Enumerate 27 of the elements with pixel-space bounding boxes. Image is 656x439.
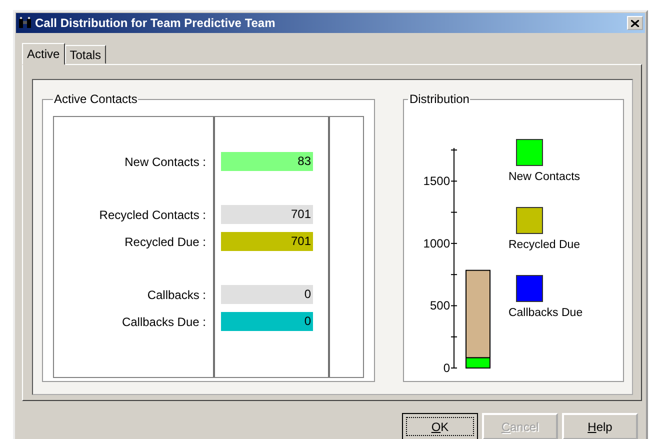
group-title: Distribution: [408, 92, 470, 106]
count-field: 0: [221, 312, 313, 331]
count-field: 0: [221, 285, 313, 304]
legend-label: Callbacks Due: [508, 307, 584, 321]
tick-label: 1500: [424, 174, 450, 188]
count-field: 83: [221, 152, 313, 171]
tick-label: 1000: [424, 236, 450, 250]
tick-label: 0: [444, 361, 450, 375]
count-field: 701: [221, 232, 313, 251]
tick-label: 500: [430, 298, 450, 313]
field-label: Recycled Due :: [124, 234, 206, 248]
dialog-button[interactable]: Help: [562, 413, 638, 439]
tab[interactable]: Active: [22, 43, 65, 65]
dialog-button[interactable]: OK: [402, 413, 478, 439]
field-label: Callbacks :: [146, 288, 206, 302]
window-title: Call Distribution for Team Predictive Team: [35, 16, 276, 30]
field-label: Callbacks Due :: [120, 314, 206, 328]
legend-label: New Contacts: [508, 171, 582, 185]
tab[interactable]: Totals: [64, 45, 106, 64]
field-label: New Contacts :: [124, 154, 206, 168]
legend-label: Recycled Due: [508, 239, 582, 253]
group-title: Active Contacts: [53, 92, 138, 106]
binoculars-icon: [18, 17, 32, 29]
field-label: Recycled Contacts :: [98, 208, 206, 222]
close-icon: [631, 20, 639, 26]
close-button[interactable]: [627, 16, 643, 30]
count-field: 701: [221, 205, 313, 224]
